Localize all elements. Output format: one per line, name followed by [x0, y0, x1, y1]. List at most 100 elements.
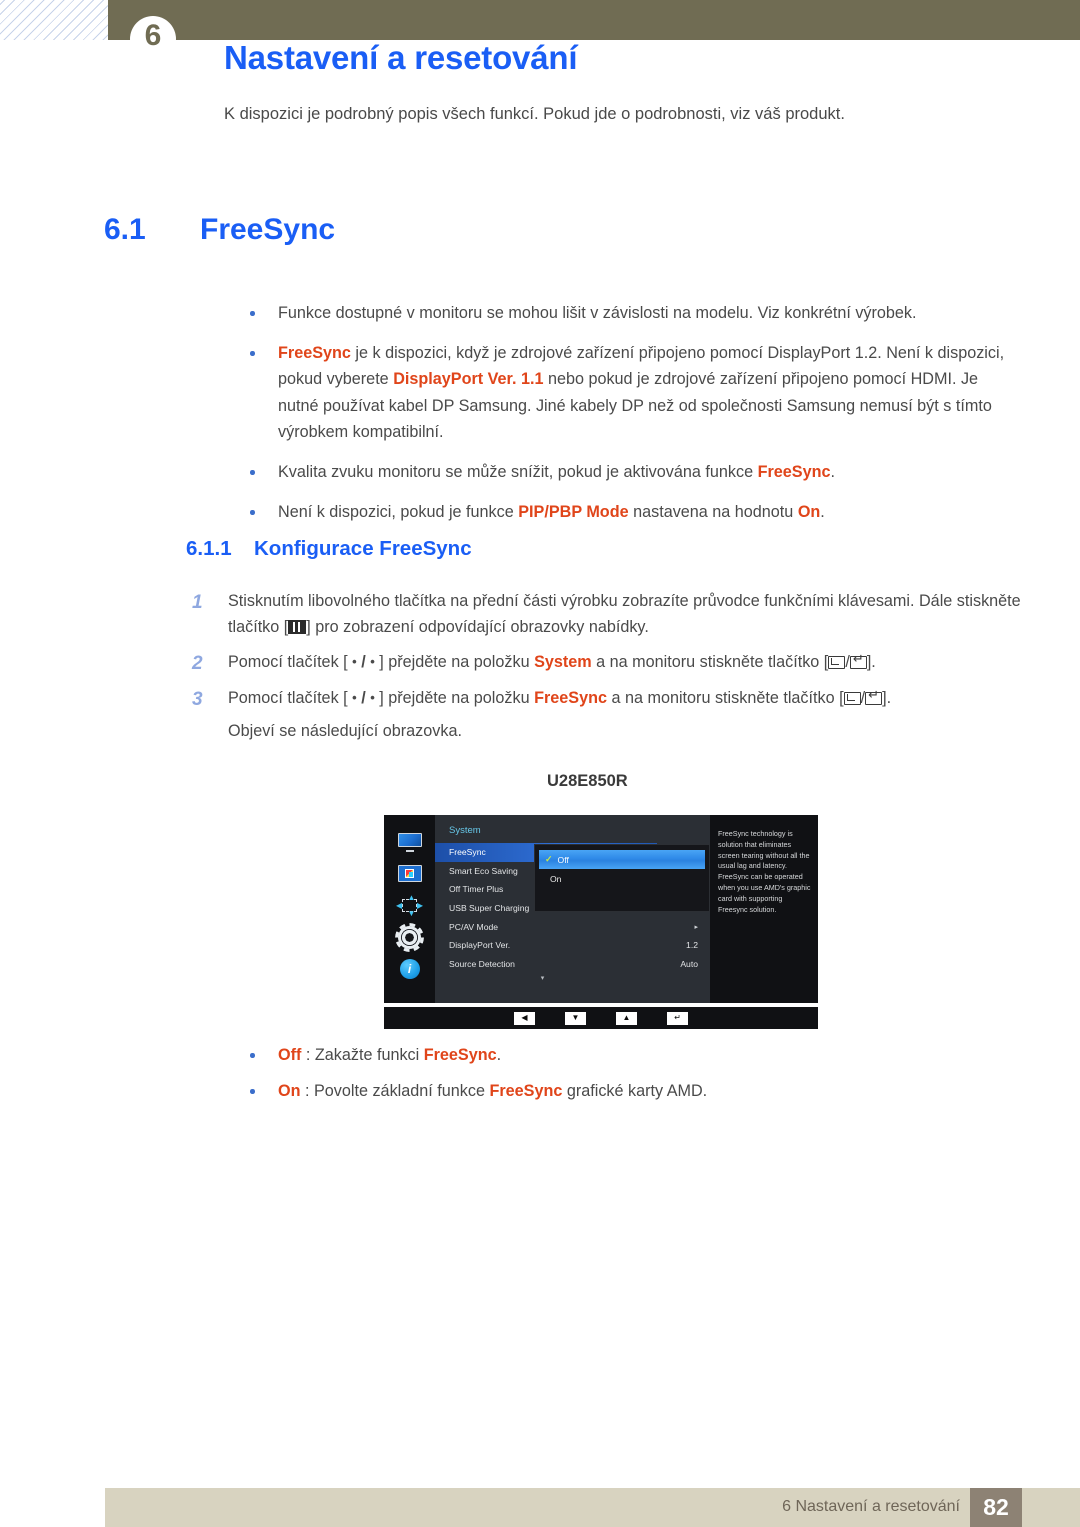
model-label: U28E850R	[547, 772, 628, 790]
note-text: Kvalita zvuku monitoru se může snížit, p…	[278, 463, 758, 482]
note-highlight: FreeSync	[757, 463, 831, 482]
osd-submenu-option[interactable]: ✓ Off	[539, 850, 705, 869]
option-name: On	[278, 1082, 301, 1101]
option-text: .	[496, 1046, 502, 1064]
osd-button-bar: ◀ ▼ ▲ ↵	[384, 1007, 818, 1029]
step-text: a na monitoru stiskněte tlačítko [	[606, 688, 844, 707]
osd-row-label: Smart Eco Saving	[449, 865, 518, 876]
osd-row-value: Auto	[680, 958, 698, 969]
subsection-title: Konfigurace FreeSync	[254, 537, 472, 560]
step-number: 2	[192, 653, 203, 675]
footer-chapter-label: 6 Nastavení a resetování	[782, 1498, 960, 1515]
step-followup: Objeví se následující obrazovka.	[228, 721, 462, 740]
up-button[interactable]: ▲	[616, 1011, 637, 1025]
step-text: a na monitoru stiskněte tlačítko [	[591, 653, 829, 672]
osd-row-label: Off Timer Plus	[449, 884, 504, 895]
note-item: Kvalita zvuku monitoru se může snížit, p…	[230, 459, 1020, 485]
osd-row-label: USB Super Charging	[449, 903, 530, 914]
step-text: Pomocí tlačítek [	[228, 653, 353, 672]
subsection-number: 6.1.1	[186, 537, 232, 560]
system-gear-icon	[396, 925, 424, 949]
osd-row-label: Source Detection	[449, 958, 515, 969]
header-band	[108, 0, 1080, 40]
enter-button-icon	[849, 652, 867, 670]
step-text: ] přejděte na položku	[374, 653, 535, 672]
option-text: : Zakažte funkci	[301, 1046, 424, 1064]
note-text: .	[820, 503, 825, 522]
step-item: 2 Pomocí tlačítek [ • / • ] přejděte na …	[186, 649, 1024, 675]
step-text: ] pro zobrazení odpovídající obrazovky n…	[306, 618, 649, 637]
osd-icon-column: ▲ ▼ ◀ ▶ i	[384, 815, 435, 1003]
note-highlight: PIP/PBP Mode	[518, 503, 629, 522]
step-item: 1 Stisknutím libovolného tlačítka na pře…	[186, 588, 1024, 640]
note-item: Funkce dostupné v monitoru se mohou liši…	[230, 300, 1020, 326]
osd-menu-row[interactable]: PC/AV Mode ▸	[435, 917, 710, 936]
steps-list: 1 Stisknutím libovolného tlačítka na pře…	[186, 588, 1024, 753]
enter-button-icon	[865, 688, 883, 705]
section-number: 6.1	[104, 213, 146, 246]
chapter-badge-number: 6	[144, 19, 162, 52]
note-text: Funkce dostupné v monitoru se mohou liši…	[278, 304, 917, 322]
option-text: : Povolte základní funkce	[300, 1082, 490, 1101]
note-text: .	[830, 463, 835, 482]
option-item: On : Povolte základní funkce FreeSync gr…	[230, 1078, 990, 1104]
osd-help-text: FreeSync technology is solution that eli…	[710, 815, 818, 1003]
display-icon	[396, 830, 424, 852]
osd-row-label: PC/AV Mode	[449, 921, 499, 932]
footer-page-box: 82	[970, 1488, 1022, 1527]
enter-button[interactable]: ↵	[667, 1011, 688, 1025]
osd-row-submenu-arrow-icon: ▸	[694, 923, 698, 931]
note-highlight: DisplayPort Ver. 1.1	[393, 370, 544, 389]
step-highlight: System	[534, 653, 592, 672]
note-highlight: FreeSync	[278, 344, 351, 363]
step-text: ].	[882, 688, 892, 707]
subsection-heading: 6.1.1 Konfigurace FreeSync	[186, 537, 472, 561]
picture-icon	[396, 862, 424, 884]
osd-menu-row[interactable]: Source Detection Auto	[435, 955, 710, 974]
note-text: nastavena na hodnotu	[628, 503, 798, 522]
option-highlight: FreeSync	[423, 1046, 497, 1064]
section-title: FreeSync	[200, 213, 336, 246]
osd-menu-figure: ▲ ▼ ◀ ▶ i System FreeSync Smart Eco Saving O…	[384, 815, 818, 1003]
back-button[interactable]: ◀	[514, 1011, 535, 1025]
osd-submenu-dropdown: ✓ Off On	[534, 844, 710, 912]
note-item: Není k dispozici, pokud je funkce PIP/PB…	[230, 499, 1020, 525]
step-text: Pomocí tlačítek [	[228, 688, 353, 707]
osd-menu-row[interactable]: DisplayPort Ver. 1.2	[435, 936, 710, 955]
osd-scroll-down-icon[interactable]: ▾	[435, 974, 710, 982]
osd-row-label: FreeSync	[449, 847, 486, 858]
page-number: 82	[983, 1494, 1009, 1520]
back-button-icon	[828, 656, 846, 670]
option-item: Off : Zakažte funkci FreeSync.	[230, 1042, 990, 1068]
osd-submenu-option[interactable]: On	[535, 869, 709, 888]
note-text: Není k dispozici, pokud je funkce	[278, 503, 519, 522]
information-icon: i	[396, 958, 424, 980]
step-number: 1	[192, 592, 203, 613]
osd-submenu-label: Off	[557, 854, 569, 865]
osd-category-title: System	[449, 825, 481, 836]
step-separator: /	[356, 688, 371, 707]
menu-button-icon	[288, 620, 307, 635]
section-heading: 6.1 FreeSync	[104, 213, 335, 247]
intro-paragraph: K dispozici je podrobný popis všech funk…	[224, 105, 845, 123]
pip-icon: ▲ ▼ ◀ ▶	[396, 892, 423, 918]
chapter-badge: 6	[130, 16, 176, 62]
osd-submenu-label: On	[550, 873, 562, 884]
osd-row-value: 1.2	[686, 940, 698, 951]
osd-row-label: DisplayPort Ver.	[449, 940, 511, 951]
step-item: 3 Pomocí tlačítek [ • / • ] přejděte na …	[186, 685, 1024, 744]
step-separator: /	[356, 653, 371, 672]
page-title: Nastavení a resetování	[224, 39, 578, 76]
options-list: Off : Zakažte funkci FreeSync. On : Povo…	[230, 1042, 990, 1114]
note-item: FreeSync je k dispozici, když je zdrojov…	[230, 340, 1020, 445]
decorative-stripe-pattern	[0, 0, 108, 40]
back-button-icon	[843, 691, 861, 705]
step-text: ].	[866, 653, 876, 672]
step-text: ] přejděte na položku	[374, 688, 535, 707]
checkmark-icon: ✓	[545, 854, 553, 864]
option-name: Off	[278, 1046, 302, 1064]
step-number: 3	[192, 688, 203, 710]
notes-list: Funkce dostupné v monitoru se mohou liši…	[230, 300, 1020, 540]
step-highlight: FreeSync	[534, 688, 607, 707]
down-button[interactable]: ▼	[565, 1011, 586, 1025]
